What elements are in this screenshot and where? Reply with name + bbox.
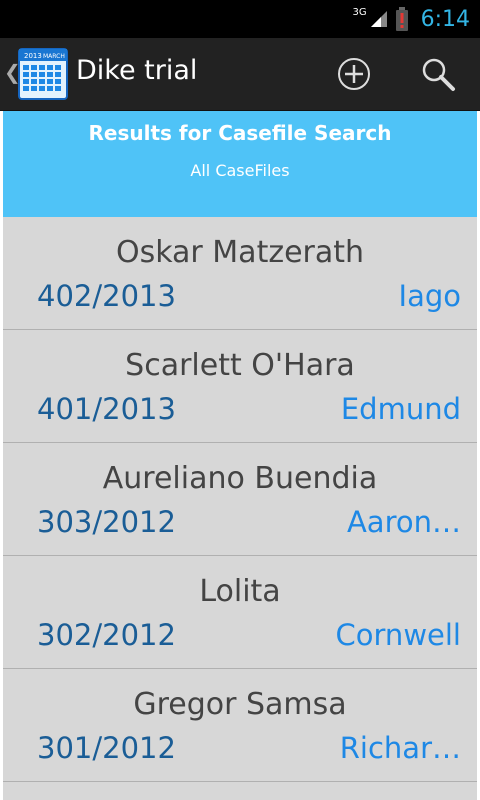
casefile-number: 401/2013 (37, 392, 176, 426)
calendar-icon[interactable]: 2013 MARCH (18, 47, 68, 101)
status-icons: 3G 6:14 (352, 0, 470, 38)
results-subtitle: All CaseFiles (190, 161, 290, 180)
search-icon[interactable] (420, 56, 456, 92)
network-type-label: 3G (352, 6, 367, 18)
casefile-name: Lolita (199, 574, 281, 609)
casefile-number: 402/2013 (37, 279, 176, 313)
casefile-name: Aureliano Buendia (102, 461, 378, 496)
casefile-list: Oskar Matzerath 402/2013 Iago Scarlett O… (0, 217, 480, 800)
calendar-icon-month: MARCH (43, 53, 65, 60)
list-item[interactable]: Oskar Matzerath 402/2013 Iago (3, 217, 477, 330)
casefile-number: 301/2012 (37, 731, 176, 765)
list-item[interactable]: Lolita 302/2012 Cornwell (3, 556, 477, 669)
casefile-person: Richar… (339, 731, 461, 765)
casefile-name: Oskar Matzerath (115, 235, 365, 270)
casefile-number: 302/2012 (37, 618, 176, 652)
list-item[interactable]: Aureliano Buendia 303/2012 Aaron… (3, 443, 477, 556)
list-item[interactable]: Scarlett O'Hara 401/2013 Edmund (3, 330, 477, 443)
casefile-name: Gregor Samsa (133, 687, 347, 722)
status-bar: 3G 6:14 (0, 0, 480, 38)
clock-time: 6:14 (420, 6, 470, 32)
casefile-person: Cornwell (335, 618, 461, 652)
calendar-icon-year: 2013 (24, 52, 42, 60)
list-item[interactable]: Gregor Samsa 301/2012 Richar… (3, 669, 477, 782)
action-bar: ❮ 2013 MARCH Dike trial (0, 38, 480, 111)
results-header: Results for Casefile Search All CaseFile… (0, 111, 480, 217)
casefile-person: Iago (398, 279, 461, 313)
signal-icon (370, 11, 387, 27)
battery-alert-icon (395, 7, 408, 31)
casefile-person: Aaron… (346, 505, 461, 539)
results-title: Results for Casefile Search (88, 121, 392, 145)
casefile-name: Scarlett O'Hara (125, 348, 355, 383)
casefile-person: Edmund (340, 392, 461, 426)
casefile-number: 303/2012 (37, 505, 176, 539)
add-circle-icon[interactable] (336, 56, 372, 92)
action-bar-title: Dike trial (76, 55, 198, 86)
